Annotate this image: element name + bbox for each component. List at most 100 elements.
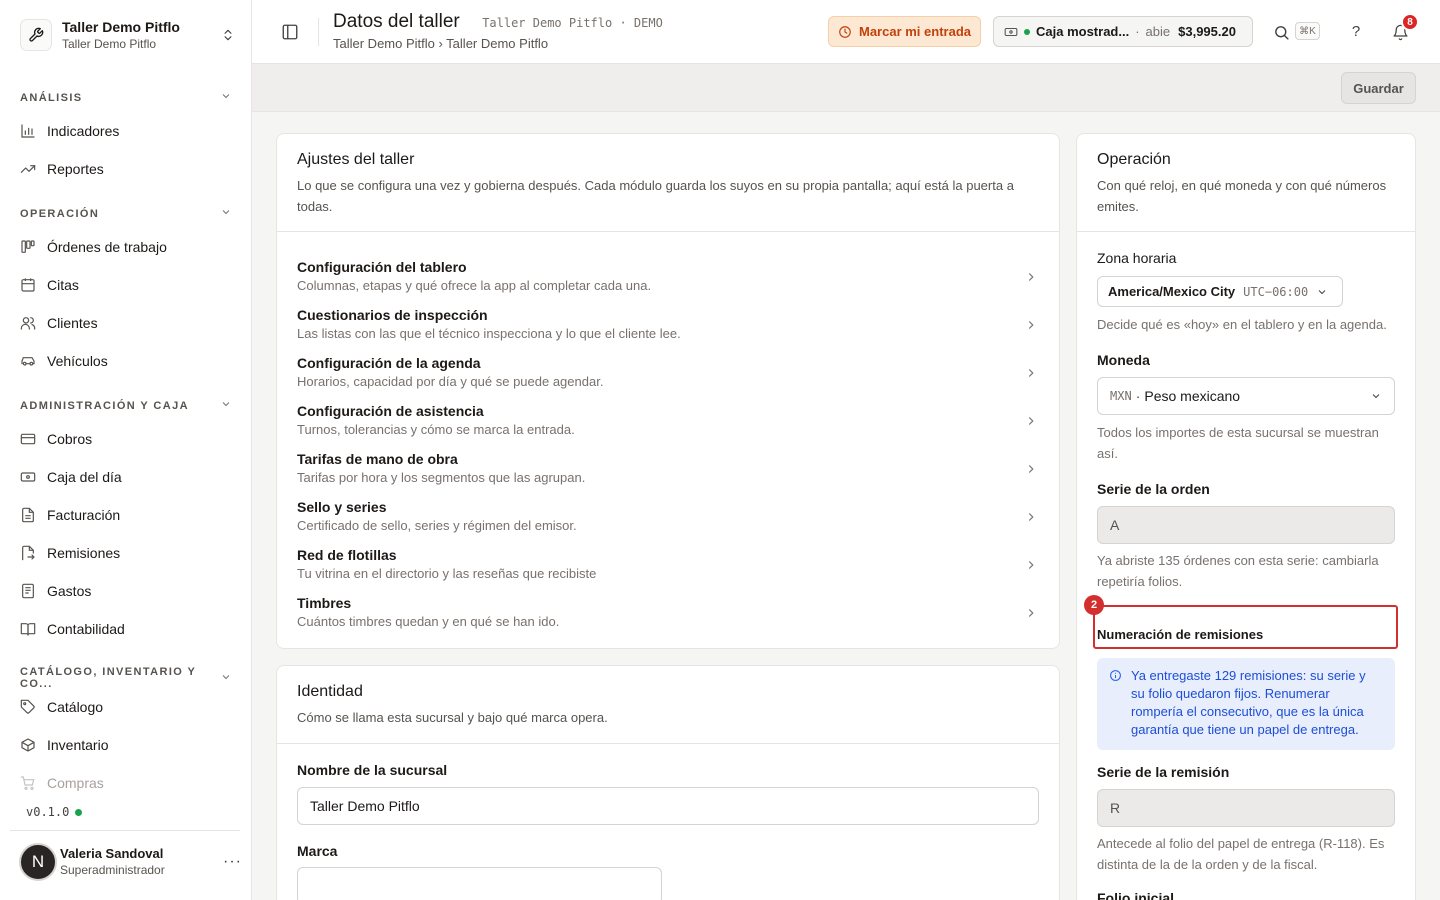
- search-shortcut: ⌘K: [1295, 22, 1320, 40]
- brand-input[interactable]: [297, 867, 662, 900]
- sidebar-item-compras[interactable]: Compras: [20, 767, 232, 799]
- settings-link-sello[interactable]: Sello y series Certificado de sello, ser…: [297, 499, 1039, 543]
- settings-link-timbres[interactable]: Timbres Cuántos timbres quedan y en qué …: [297, 595, 1039, 639]
- notification-badge: 8: [1401, 13, 1419, 31]
- sidebar-item-clientes[interactable]: Clientes: [20, 307, 232, 339]
- cash-register-amount: $3,995.20: [1178, 24, 1236, 39]
- sidebar-item-remisiones[interactable]: Remisiones: [20, 537, 232, 569]
- timezone-value: America/Mexico City: [1108, 284, 1236, 299]
- currency-help: Todos los importes de esta sucursal se m…: [1097, 425, 1379, 461]
- settings-link-desc: Columnas, etapas y qué ofrece la app al …: [297, 278, 652, 293]
- page-title: Datos del taller: [333, 11, 460, 32]
- currency-select[interactable]: MXN · Peso mexicano: [1097, 377, 1395, 415]
- sidebar-item-label: Órdenes de trabajo: [47, 239, 167, 255]
- settings-link-desc: Horarios, capacidad por día y qué se pue…: [297, 374, 604, 389]
- timezone-offset: UTC−06:00: [1243, 284, 1309, 299]
- clock-alert-icon: [838, 25, 852, 39]
- user-menu[interactable]: N Valeria Sandoval Superadministrador ··…: [19, 842, 241, 882]
- sidebar-item-reportes[interactable]: Reportes: [20, 153, 232, 185]
- settings-link-title: Sello y series: [297, 499, 387, 515]
- card-title: Identidad: [297, 683, 363, 700]
- top-header: Datos del taller Taller Demo Pitflo · DE…: [252, 0, 1440, 64]
- help-button[interactable]: ?: [1346, 20, 1366, 42]
- search-icon[interactable]: [1271, 22, 1291, 42]
- sidebar-item-label: Facturación: [47, 507, 121, 523]
- sidebar-item-label: Inventario: [47, 737, 109, 753]
- book-icon: [20, 621, 36, 637]
- section-label: ADMINISTRACIÓN Y CAJA: [20, 399, 189, 412]
- branch-name-input[interactable]: Taller Demo Pitflo: [297, 787, 1039, 825]
- card-description: Con qué reloj, en qué moneda y con qué n…: [1097, 178, 1387, 214]
- settings-link-cuestionarios[interactable]: Cuestionarios de inspección Las listas c…: [297, 307, 1039, 351]
- settings-link-agenda[interactable]: Configuración de la agenda Horarios, cap…: [297, 355, 1039, 399]
- sidebar-item-ordenes[interactable]: Órdenes de trabajo: [20, 231, 232, 263]
- org-subtitle: Taller Demo Pitflo: [62, 36, 157, 51]
- credit-card-icon: [20, 431, 36, 447]
- divider: [277, 231, 1059, 232]
- check-in-button[interactable]: Marcar mi entrada: [828, 16, 981, 47]
- card-title: Operación: [1097, 151, 1171, 168]
- info-icon: [1109, 669, 1122, 682]
- sidebar-item-contabilidad[interactable]: Contabilidad: [20, 613, 232, 645]
- version-label: v0.1.0: [26, 805, 70, 819]
- banknote-icon: [20, 469, 36, 485]
- check-in-label: Marcar mi entrada: [859, 24, 971, 39]
- sidebar-item-facturacion[interactable]: Facturación: [20, 499, 232, 531]
- chevron-right-icon: [1023, 461, 1039, 477]
- card-description: Cómo se llama esta sucursal y bajo qué m…: [297, 710, 608, 725]
- sidebar-item-label: Gastos: [47, 583, 92, 599]
- settings-link-title: Tarifas de mano de obra: [297, 451, 458, 467]
- settings-link-title: Configuración de la agenda: [297, 355, 481, 371]
- sidebar-item-gastos[interactable]: Gastos: [20, 575, 232, 607]
- sidebar-item-indicadores[interactable]: Indicadores: [20, 115, 232, 147]
- sidebar-item-citas[interactable]: Citas: [20, 269, 232, 301]
- settings-link-desc: Las listas con las que el técnico inspec…: [297, 326, 681, 341]
- trending-up-icon: [20, 161, 36, 177]
- chevron-down-icon: [220, 206, 232, 221]
- section-administracion[interactable]: ADMINISTRACIÓN Y CAJA: [20, 398, 232, 413]
- section-label: CATÁLOGO, INVENTARIO Y CO...: [20, 666, 197, 690]
- cash-register-name: Caja mostrad...: [1036, 24, 1130, 39]
- timezone-select[interactable]: America/Mexico City UTC−06:00: [1097, 276, 1343, 307]
- highlight-number-badge: 2: [1084, 595, 1104, 615]
- cash-register-button[interactable]: Caja mostrad... · abie $3,995.20: [993, 16, 1253, 47]
- sidebar-item-cobros[interactable]: Cobros: [20, 423, 232, 455]
- calendar-icon: [20, 277, 36, 293]
- more-horizontal-icon[interactable]: ···: [223, 853, 241, 871]
- settings-link-flotillas[interactable]: Red de flotillas Tu vitrina en el direct…: [297, 547, 1039, 591]
- divider: [277, 743, 1059, 744]
- settings-link-tablero[interactable]: Configuración del tablero Columnas, etap…: [297, 259, 1039, 303]
- cash-register-status: abie: [1145, 24, 1171, 39]
- section-operacion[interactable]: OPERACIÓN: [20, 206, 232, 221]
- remission-series-label: Serie de la remisión: [1097, 764, 1230, 780]
- app-version: v0.1.0: [26, 805, 83, 819]
- order-series-input: A: [1097, 506, 1395, 544]
- org-name: Taller Demo Pitflo: [62, 18, 180, 35]
- chevron-right-icon: [1023, 509, 1039, 525]
- timezone-help: Decide qué es «hoy» en el tablero y en l…: [1097, 317, 1387, 332]
- sidebar-item-vehiculos[interactable]: Vehículos: [20, 345, 232, 377]
- sidebar-item-catalogo[interactable]: Catálogo: [20, 691, 232, 723]
- chevron-right-icon: [1023, 413, 1039, 429]
- section-catalogo[interactable]: CATÁLOGO, INVENTARIO Y CO...: [20, 666, 232, 690]
- users-icon: [20, 315, 36, 331]
- org-switcher[interactable]: Taller Demo Pitflo Taller Demo Pitflo: [20, 17, 236, 53]
- save-button[interactable]: Guardar: [1341, 72, 1416, 104]
- settings-link-tarifas[interactable]: Tarifas de mano de obra Tarifas por hora…: [297, 451, 1039, 495]
- settings-link-asistencia[interactable]: Configuración de asistencia Turnos, tole…: [297, 403, 1039, 447]
- sidebar-item-label: Reportes: [47, 161, 104, 177]
- settings-link-desc: Certificado de sello, series y régimen d…: [297, 518, 577, 533]
- sidebar-item-caja[interactable]: Caja del día: [20, 461, 232, 493]
- divider: [10, 830, 240, 831]
- sidebar-item-inventario[interactable]: Inventario: [20, 729, 232, 761]
- sidebar-toggle-icon[interactable]: [280, 22, 300, 42]
- currency-label: Moneda: [1097, 352, 1150, 368]
- divider: [1077, 231, 1415, 232]
- section-analisis[interactable]: ANÁLISIS: [20, 90, 232, 105]
- card-description: Lo que se configura una vez y gobierna d…: [297, 178, 1014, 214]
- chevron-down-icon: [1316, 286, 1328, 298]
- order-series-label: Serie de la orden: [1097, 481, 1210, 497]
- page-subtitle: Taller Demo Pitflo · DEMO: [482, 16, 663, 30]
- settings-link-desc: Tarifas por hora y los segmentos que las…: [297, 470, 586, 485]
- chevron-right-icon: [1023, 557, 1039, 573]
